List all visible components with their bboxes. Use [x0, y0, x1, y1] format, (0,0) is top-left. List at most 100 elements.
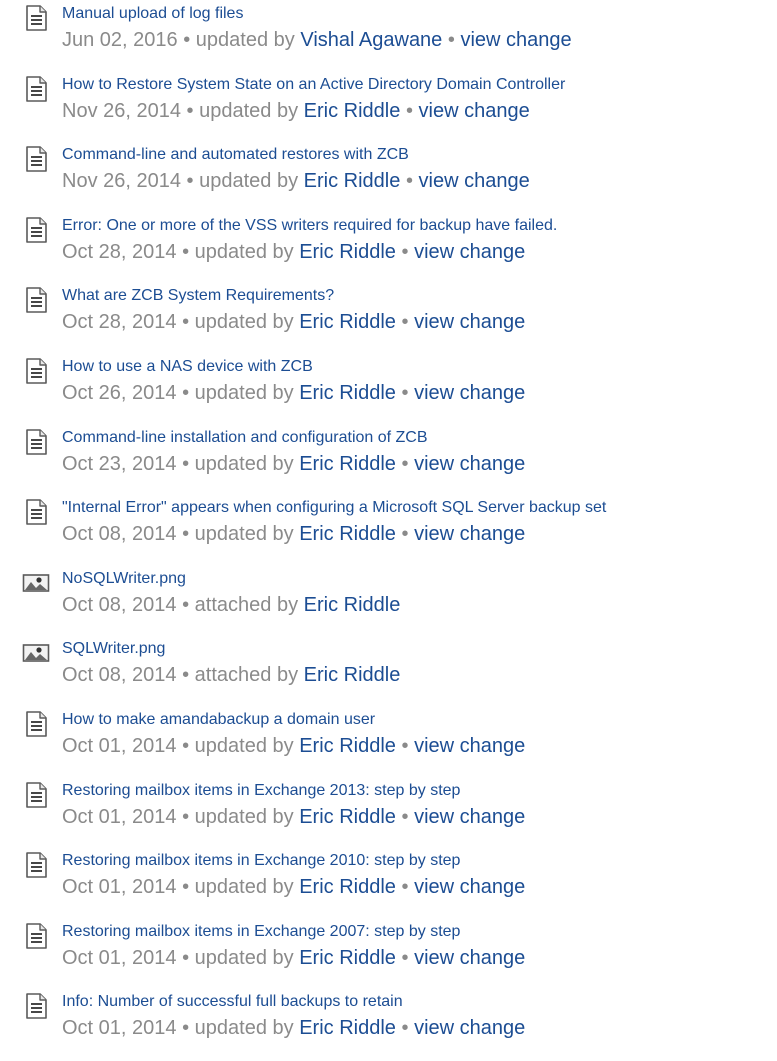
- item-user-link[interactable]: Eric Riddle: [304, 664, 401, 686]
- view-change-link[interactable]: view change: [419, 100, 530, 122]
- meta-separator: •: [401, 452, 409, 475]
- page-document-icon: [22, 851, 50, 879]
- activity-item: SQLWriter.png Oct 08, 2014 • attached by …: [0, 635, 777, 706]
- item-user-link[interactable]: Eric Riddle: [299, 453, 396, 475]
- recent-activity-list: Manual upload of log files Jun 02, 2016 •…: [0, 0, 777, 1059]
- item-meta: Oct 28, 2014 • updated by Eric Riddle • …: [62, 239, 525, 266]
- item-action: updated by: [194, 1017, 294, 1040]
- item-meta: Oct 01, 2014 • updated by Eric Riddle • …: [62, 1015, 525, 1042]
- page-document-icon: [22, 781, 50, 809]
- view-change-link[interactable]: view change: [414, 241, 525, 263]
- activity-item: Restoring mailbox items in Exchange 2007…: [0, 918, 777, 989]
- item-user-link[interactable]: Eric Riddle: [304, 594, 401, 616]
- activity-item: NoSQLWriter.png Oct 08, 2014 • attached b…: [0, 565, 777, 636]
- page-document-icon: [22, 428, 50, 456]
- activity-item: "Internal Error" appears when configurin…: [0, 494, 777, 565]
- item-date: Oct 08, 2014: [62, 593, 177, 616]
- item-date: Nov 26, 2014: [62, 99, 181, 122]
- item-user-link[interactable]: Eric Riddle: [299, 241, 396, 263]
- page-document-icon: [22, 992, 50, 1020]
- item-meta: Oct 08, 2014 • attached by Eric Riddle: [62, 592, 400, 619]
- meta-separator: •: [401, 311, 409, 334]
- item-user-link[interactable]: Eric Riddle: [299, 311, 396, 333]
- item-meta: Nov 26, 2014 • updated by Eric Riddle • …: [62, 98, 530, 125]
- item-meta: Oct 01, 2014 • updated by Eric Riddle • …: [62, 804, 525, 831]
- view-change-link[interactable]: view change: [414, 876, 525, 898]
- item-action: attached by: [194, 664, 299, 687]
- page-document-icon: [22, 710, 50, 738]
- item-title-link[interactable]: Info: Number of successful full backups …: [62, 991, 403, 1013]
- activity-item: Command-line installation and configurat…: [0, 424, 777, 495]
- meta-separator: •: [401, 805, 409, 828]
- activity-item: Restoring mailbox items in Exchange 2010…: [0, 847, 777, 918]
- view-change-link[interactable]: view change: [414, 453, 525, 475]
- item-title-link[interactable]: What are ZCB System Requirements?: [62, 285, 334, 307]
- item-title-link[interactable]: Restoring mailbox items in Exchange 2010…: [62, 850, 460, 872]
- page-document-icon: [22, 4, 50, 32]
- meta-separator: •: [182, 381, 190, 404]
- item-title-link[interactable]: "Internal Error" appears when configurin…: [62, 497, 606, 519]
- page-document-icon: [22, 357, 50, 385]
- meta-separator: •: [401, 1017, 409, 1040]
- view-change-link[interactable]: view change: [414, 311, 525, 333]
- item-action: updated by: [199, 170, 299, 193]
- meta-separator: •: [401, 523, 409, 546]
- item-date: Oct 08, 2014: [62, 664, 177, 687]
- item-title-link[interactable]: SQLWriter.png: [62, 638, 165, 660]
- item-date: Nov 26, 2014: [62, 170, 181, 193]
- item-action: updated by: [194, 311, 294, 334]
- item-title-link[interactable]: Command-line installation and configurat…: [62, 427, 428, 449]
- meta-separator: •: [401, 946, 409, 969]
- page-document-icon: [22, 922, 50, 950]
- meta-separator: •: [182, 1017, 190, 1040]
- item-title-link[interactable]: Manual upload of log files: [62, 3, 243, 25]
- meta-separator: •: [182, 876, 190, 899]
- item-meta: Oct 23, 2014 • updated by Eric Riddle • …: [62, 451, 525, 478]
- item-date: Oct 01, 2014: [62, 946, 177, 969]
- view-change-link[interactable]: view change: [460, 29, 571, 51]
- item-user-link[interactable]: Eric Riddle: [299, 523, 396, 545]
- meta-separator: •: [182, 523, 190, 546]
- view-change-link[interactable]: view change: [414, 806, 525, 828]
- item-title-link[interactable]: How to make amandabackup a domain user: [62, 709, 375, 731]
- item-user-link[interactable]: Eric Riddle: [299, 876, 396, 898]
- item-user-link[interactable]: Eric Riddle: [299, 382, 396, 404]
- image-attachment-icon: [22, 639, 50, 667]
- item-date: Oct 28, 2014: [62, 240, 177, 263]
- item-user-link[interactable]: Eric Riddle: [299, 806, 396, 828]
- activity-item: How to Restore System State on an Active…: [0, 71, 777, 142]
- view-change-link[interactable]: view change: [414, 735, 525, 757]
- view-change-link[interactable]: view change: [414, 382, 525, 404]
- item-action: updated by: [194, 805, 294, 828]
- item-meta: Oct 26, 2014 • updated by Eric Riddle • …: [62, 380, 525, 407]
- page-document-icon: [22, 145, 50, 173]
- view-change-link[interactable]: view change: [419, 170, 530, 192]
- item-title-link[interactable]: Error: One or more of the VSS writers re…: [62, 215, 557, 237]
- item-user-link[interactable]: Eric Riddle: [299, 947, 396, 969]
- activity-item: What are ZCB System Requirements? Oct 28,…: [0, 282, 777, 353]
- item-action: attached by: [194, 593, 299, 616]
- activity-item: Command-line and automated restores with…: [0, 141, 777, 212]
- item-date: Oct 08, 2014: [62, 523, 177, 546]
- item-user-link[interactable]: Vishal Agawane: [300, 29, 442, 51]
- item-date: Jun 02, 2016: [62, 29, 178, 51]
- item-title-link[interactable]: Command-line and automated restores with…: [62, 144, 409, 166]
- item-action: updated by: [194, 381, 294, 404]
- view-change-link[interactable]: view change: [414, 523, 525, 545]
- item-date: Oct 01, 2014: [62, 805, 177, 828]
- item-date: Oct 23, 2014: [62, 452, 177, 475]
- item-title-link[interactable]: NoSQLWriter.png: [62, 568, 186, 590]
- activity-item: Restoring mailbox items in Exchange 2013…: [0, 777, 777, 848]
- view-change-link[interactable]: view change: [414, 1017, 525, 1039]
- item-title-link[interactable]: Restoring mailbox items in Exchange 2013…: [62, 780, 460, 802]
- item-user-link[interactable]: Eric Riddle: [299, 1017, 396, 1039]
- item-user-link[interactable]: Eric Riddle: [304, 100, 401, 122]
- view-change-link[interactable]: view change: [414, 947, 525, 969]
- page-document-icon: [22, 286, 50, 314]
- item-title-link[interactable]: How to Restore System State on an Active…: [62, 74, 565, 96]
- item-title-link[interactable]: How to use a NAS device with ZCB: [62, 356, 313, 378]
- item-user-link[interactable]: Eric Riddle: [304, 170, 401, 192]
- item-title-link[interactable]: Restoring mailbox items in Exchange 2007…: [62, 921, 460, 943]
- item-user-link[interactable]: Eric Riddle: [299, 735, 396, 757]
- meta-separator: •: [182, 734, 190, 757]
